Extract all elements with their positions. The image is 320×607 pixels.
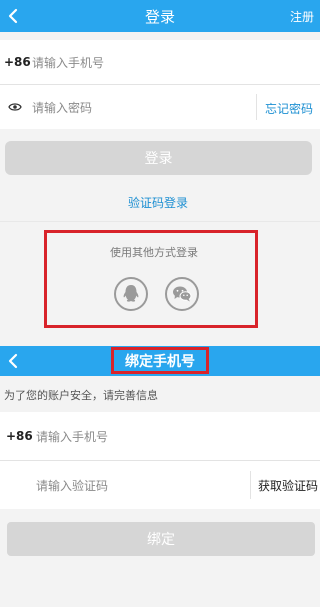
separator xyxy=(256,94,257,120)
code-input-placeholder[interactable]: 请输入验证码 xyxy=(36,477,108,494)
phone-input-placeholder[interactable]: 请输入手机号 xyxy=(32,54,104,71)
highlight-box xyxy=(44,230,258,328)
country-code: +86 xyxy=(4,55,31,69)
bind-button[interactable]: 绑定 xyxy=(7,522,315,556)
page-title: 登录 xyxy=(144,7,175,26)
country-code: +86 xyxy=(6,429,33,443)
highlight-box xyxy=(111,347,209,374)
notice-text: 为了您的账户安全，请完善信息 xyxy=(4,389,158,402)
phone-input-placeholder[interactable]: 请输入手机号 xyxy=(36,428,108,445)
eye-icon[interactable] xyxy=(8,102,32,112)
phone-field[interactable]: +86 请输入手机号 xyxy=(0,412,320,460)
login-button[interactable]: 登录 xyxy=(5,141,312,175)
phone-field[interactable]: +86 请输入手机号 xyxy=(0,40,320,84)
get-code-button[interactable]: 获取验证码 xyxy=(258,477,318,494)
forgot-password-link[interactable]: 忘记密码 xyxy=(265,100,313,117)
login-header: 登录 注册 xyxy=(0,0,320,32)
separator xyxy=(250,471,251,499)
divider xyxy=(0,221,320,222)
password-input-placeholder[interactable]: 请输入密码 xyxy=(32,99,92,116)
password-field[interactable]: 请输入密码 忘记密码 xyxy=(0,85,320,129)
code-field[interactable]: 请输入验证码 获取验证码 xyxy=(0,461,320,509)
sms-login-link[interactable]: 验证码登录 xyxy=(128,194,188,211)
register-link[interactable]: 注册 xyxy=(290,0,314,32)
